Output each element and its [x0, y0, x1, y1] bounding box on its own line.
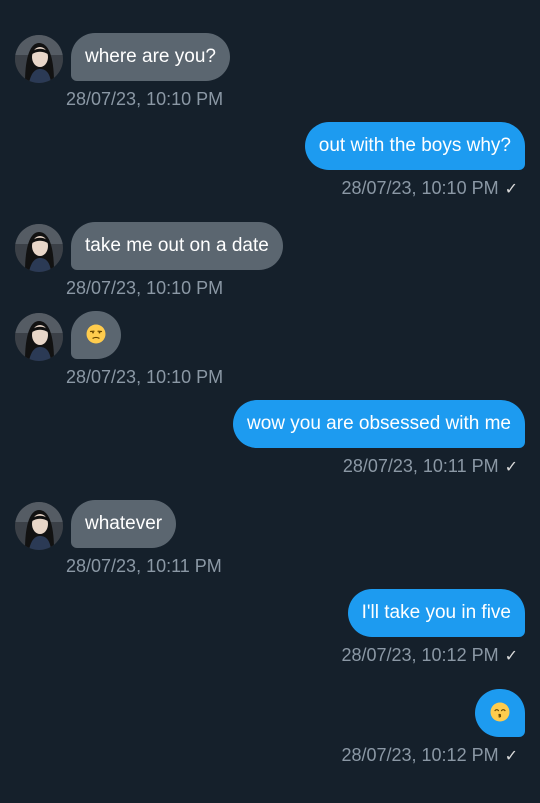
contact-avatar[interactable]: [15, 35, 63, 83]
message-bubble-outgoing[interactable]: wow you are obsessed with me: [232, 400, 525, 448]
contact-avatar[interactable]: [15, 313, 63, 361]
unamused-face-emoji: [86, 324, 106, 344]
sent-check-icon: ✓: [504, 748, 518, 765]
kissing-face-emoji: [490, 702, 510, 722]
message-text: whatever: [85, 513, 163, 534]
message-text: out with the boys why?: [318, 135, 511, 156]
message-timestamp: 28/07/23, 10:10 PM: [66, 278, 224, 298]
message-bubble-outgoing[interactable]: out with the boys why?: [304, 122, 525, 170]
sent-check-icon: ✓: [504, 181, 518, 198]
message-text: I'll take you in five: [361, 602, 511, 623]
message-bubble-outgoing[interactable]: I'll take you in five: [347, 589, 525, 637]
message-timestamp: 28/07/23, 10:12 PM ✓: [341, 744, 518, 768]
message-bubble-incoming[interactable]: [71, 311, 121, 359]
message-text: wow you are obsessed with me: [246, 413, 511, 434]
message-bubble-incoming[interactable]: where are you?: [71, 33, 230, 81]
message-bubble-incoming[interactable]: take me out on a date: [71, 222, 283, 270]
message-timestamp: 28/07/23, 10:10 PM ✓: [341, 177, 518, 201]
message-text: take me out on a date: [85, 235, 269, 256]
message-timestamp: 28/07/23, 10:11 PM: [66, 556, 222, 576]
message-timestamp: 28/07/23, 10:12 PM ✓: [341, 644, 518, 668]
message-timestamp: 28/07/23, 10:10 PM: [66, 367, 224, 387]
sent-check-icon: ✓: [504, 648, 518, 665]
sent-check-icon: ✓: [504, 459, 518, 476]
message-timestamp: 28/07/23, 10:10 PM: [66, 89, 224, 109]
message-bubble-incoming[interactable]: whatever: [71, 500, 177, 548]
contact-avatar[interactable]: [15, 502, 63, 550]
message-timestamp: 28/07/23, 10:11 PM ✓: [343, 455, 518, 479]
message-bubble-outgoing[interactable]: [475, 689, 525, 737]
message-text: where are you?: [85, 46, 216, 67]
contact-avatar[interactable]: [15, 224, 63, 272]
